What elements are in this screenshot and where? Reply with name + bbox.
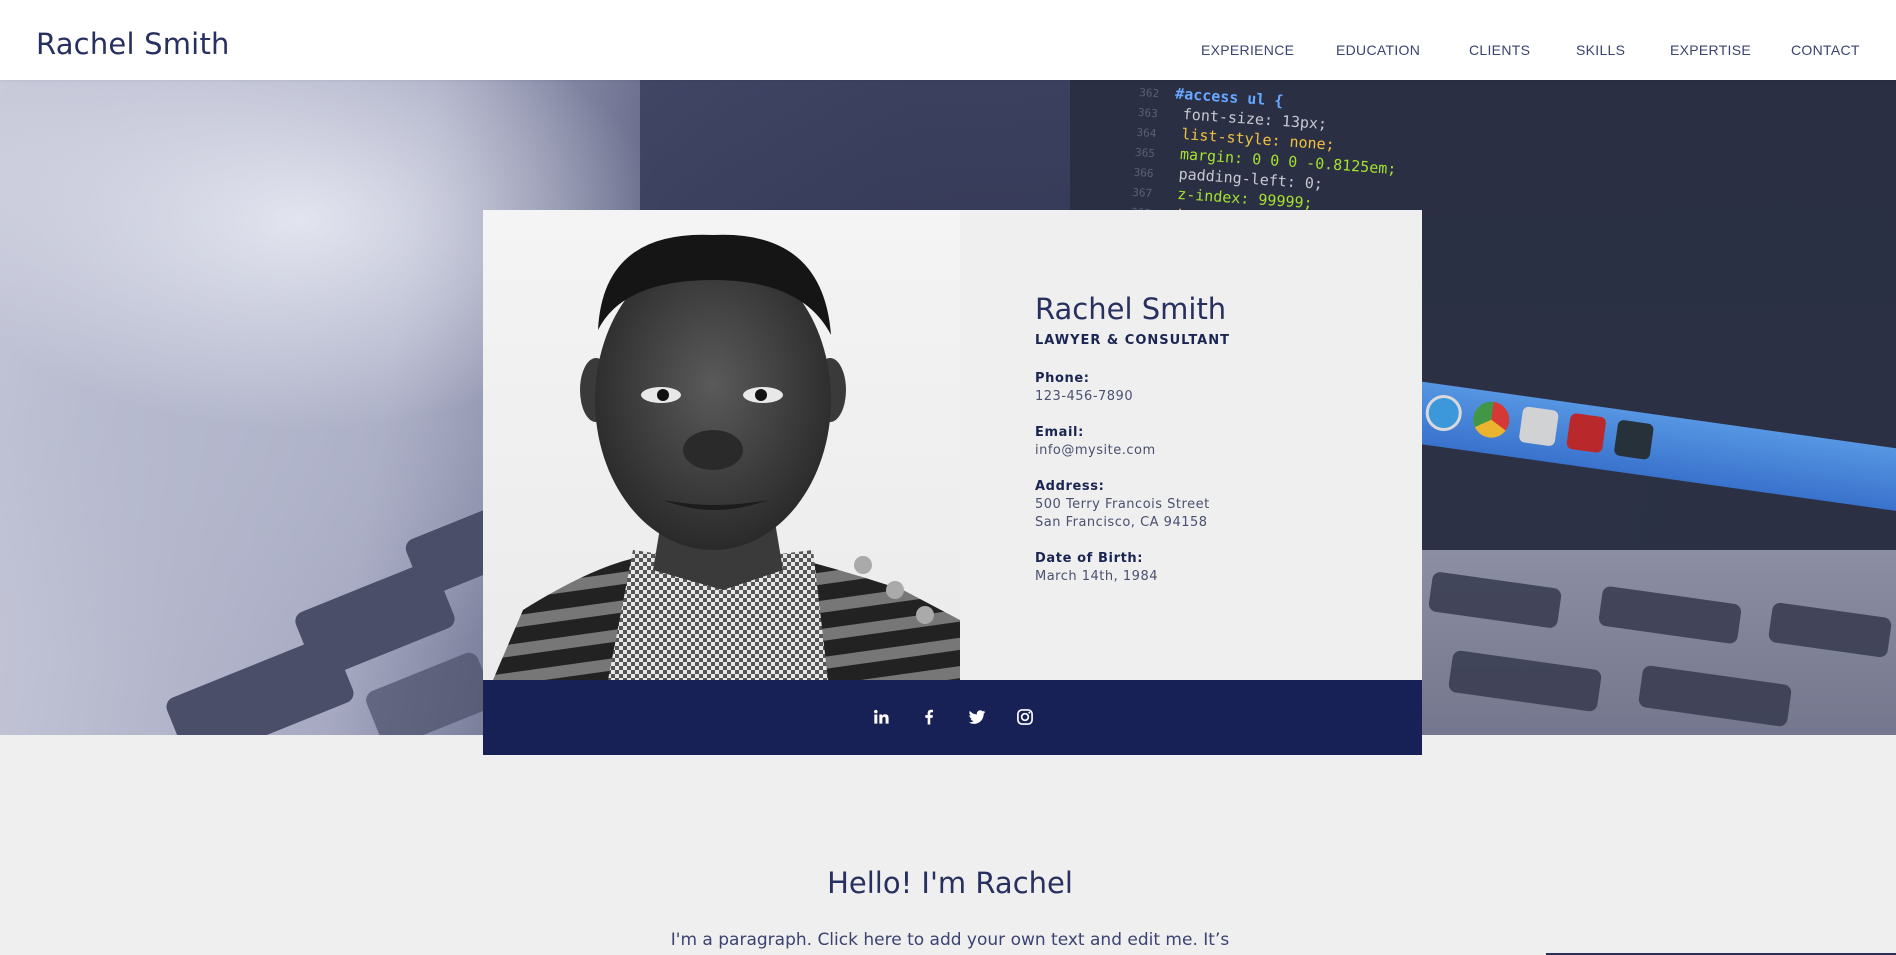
site-header: Rachel Smith EXPERIENCE EDUCATION CLIENT…	[0, 0, 1896, 80]
filezilla-icon	[1566, 412, 1607, 454]
address-line-1: 500 Terry Francois Street	[1035, 497, 1210, 512]
portrait-image	[493, 234, 960, 680]
laptop-keyboard	[1410, 550, 1896, 735]
chrome-icon	[1470, 399, 1512, 441]
keyboard-key	[1427, 571, 1563, 629]
address-label: Address:	[1035, 479, 1105, 494]
nav-skills[interactable]: SKILLS	[1576, 42, 1625, 58]
phone-label: Phone:	[1035, 371, 1090, 386]
keyboard-key	[1637, 664, 1793, 728]
nav-experience[interactable]: EXPERIENCE	[1201, 42, 1294, 58]
profile-photo	[483, 210, 960, 680]
nav-expertise[interactable]: EXPERTISE	[1670, 42, 1751, 58]
keyboard-key	[1447, 649, 1603, 713]
linkedin-icon[interactable]	[868, 704, 894, 730]
twitter-icon[interactable]	[964, 704, 990, 730]
about-paragraph: I'm a paragraph. Click here to add your …	[670, 930, 1230, 950]
email-value[interactable]: info@mysite.com	[1035, 442, 1156, 460]
nav-clients[interactable]: CLIENTS	[1469, 42, 1530, 58]
facebook-icon[interactable]	[916, 704, 942, 730]
app-icon	[1518, 406, 1560, 447]
contact-details: Rachel Smith LAWYER & CONSULTANT Phone: …	[960, 210, 1422, 680]
about-heading: Hello! I'm Rachel	[827, 866, 1073, 900]
email-label: Email:	[1035, 425, 1084, 440]
keyboard-key	[163, 633, 357, 735]
safari-icon	[1423, 392, 1465, 434]
dob-value: March 14th, 1984	[1035, 569, 1158, 584]
instagram-icon[interactable]	[1012, 704, 1038, 730]
profile-role: LAWYER & CONSULTANT	[1035, 333, 1230, 348]
address-line-2: San Francisco, CA 94158	[1035, 515, 1208, 530]
dob-label: Date of Birth:	[1035, 551, 1144, 566]
profile-name: Rachel Smith	[1035, 292, 1227, 326]
nav-education[interactable]: EDUCATION	[1336, 42, 1420, 58]
keyboard-key	[1767, 601, 1893, 659]
phone-value[interactable]: 123-456-7890	[1035, 388, 1133, 406]
nav-contact[interactable]: CONTACT	[1791, 42, 1860, 58]
social-bar	[483, 680, 1422, 755]
keyboard-key	[1597, 585, 1743, 645]
terminal-icon	[1613, 419, 1655, 461]
site-title[interactable]: Rachel Smith	[36, 27, 230, 61]
keyboard-key	[363, 649, 497, 735]
profile-card: Rachel Smith LAWYER & CONSULTANT Phone: …	[483, 210, 1422, 755]
